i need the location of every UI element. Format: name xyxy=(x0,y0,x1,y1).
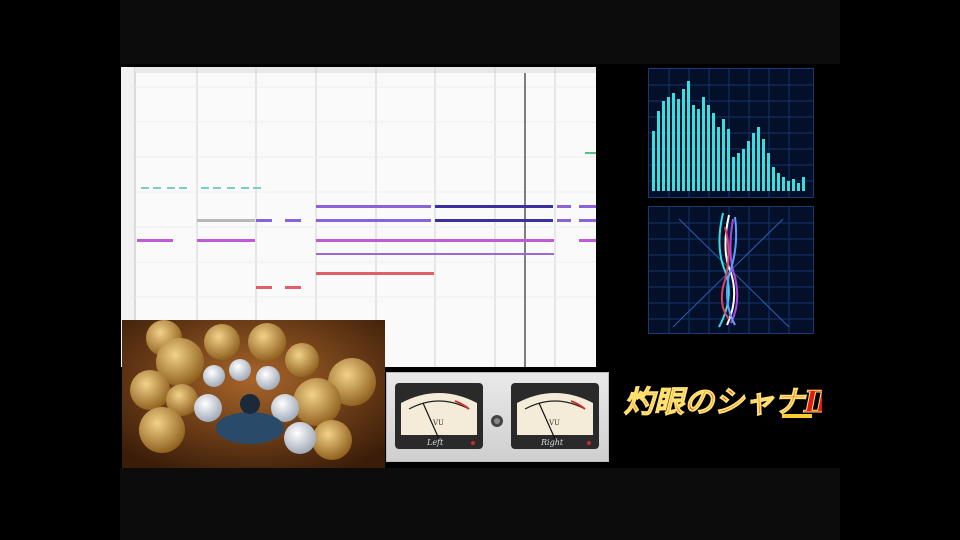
letterbox-top xyxy=(120,0,840,64)
drum-kit-icon xyxy=(122,320,385,468)
note-row-gray xyxy=(197,219,255,222)
svg-text:VU: VU xyxy=(432,419,444,427)
scope-trace xyxy=(718,212,739,328)
vu-left-label: Left xyxy=(426,438,444,447)
note-row-red xyxy=(256,272,434,289)
vu-right-label: Right xyxy=(540,438,564,447)
row-lines xyxy=(135,86,596,298)
select-knob-icon[interactable] xyxy=(491,415,503,427)
vu-meter-panel: VU Left VU Right xyxy=(386,372,609,462)
vu-meter-left: VU Left xyxy=(395,383,483,449)
svg-text:VU: VU xyxy=(548,419,560,427)
note-row-teal xyxy=(141,152,596,189)
time-ruler xyxy=(135,67,596,73)
shana-logo: 灼眼のシャナⅢ xyxy=(622,374,843,434)
drum-kit-panel xyxy=(122,320,385,468)
stereo-scope xyxy=(648,206,814,334)
note-row-magenta xyxy=(137,239,596,255)
spectrum-analyzer xyxy=(648,68,814,198)
vu-meter-right: VU Right xyxy=(511,383,599,449)
note-row-purple-long xyxy=(256,205,596,222)
letterbox-bottom xyxy=(120,468,840,540)
